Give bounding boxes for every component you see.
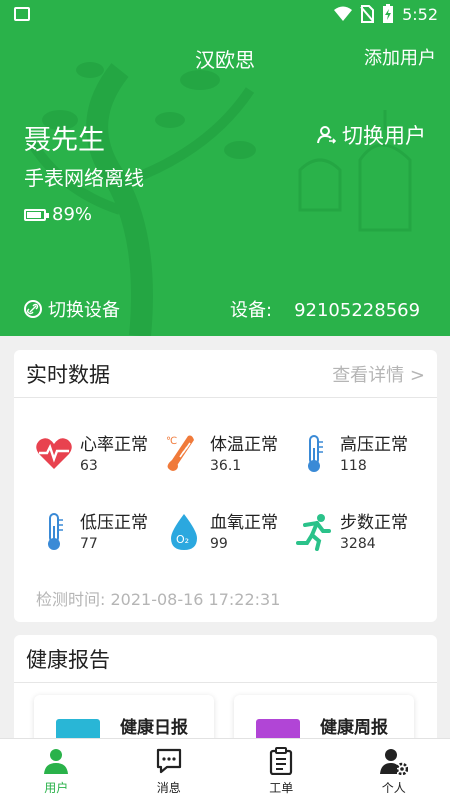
pressure-thermometer-icon — [34, 512, 74, 552]
message-icon — [156, 748, 181, 774]
link-icon — [24, 300, 42, 318]
metric-name: 高压正常 — [340, 435, 408, 455]
wifi-icon — [334, 6, 353, 21]
thermometer-icon: ℃ — [164, 434, 204, 474]
profile-settings-icon — [379, 749, 408, 775]
metric-blood-oxygen[interactable]: O₂ 血氧正常 99 — [164, 512, 294, 554]
status-icons: 5:52 — [334, 4, 438, 24]
health-report-header: 健康报告 — [14, 635, 437, 683]
oxygen-drop-icon: O₂ — [164, 512, 204, 552]
watch-battery: 89% — [24, 204, 92, 225]
metric-value: 77 — [80, 536, 98, 552]
metric-temperature[interactable]: ℃ 体温正常 36.1 — [164, 434, 294, 476]
svg-text:℃: ℃ — [166, 436, 177, 447]
metric-name: 低压正常 — [80, 513, 148, 533]
realtime-title: 实时数据 — [26, 362, 110, 387]
metric-value: 63 — [80, 458, 98, 474]
image-notification-icon — [14, 7, 30, 21]
no-sim-icon — [360, 5, 375, 23]
metric-value: 3284 — [340, 536, 376, 552]
metric-heart-rate[interactable]: 心率正常 63 — [34, 434, 164, 476]
nav-label: 用户 — [44, 781, 69, 795]
running-person-icon — [294, 512, 334, 552]
metric-value: 36.1 — [210, 458, 242, 474]
metric-steps[interactable]: 步数正常 3284 — [294, 512, 424, 554]
health-report-card: 健康报告 健康日报 健康周报 — [14, 635, 437, 765]
user-header: 汉欧思 添加用户 聂先生 切换用户 手表网络离线 89% 切换设备 设备: 921… — [0, 30, 450, 336]
svg-text:O₂: O₂ — [176, 533, 189, 546]
check-time: 检测时间: 2021-08-16 17:22:31 — [36, 590, 281, 609]
nav-user[interactable]: 用户 — [0, 739, 113, 800]
metric-name: 体温正常 — [210, 435, 278, 455]
current-user-name: 聂先生 — [24, 125, 105, 156]
clipboard-icon — [270, 747, 293, 775]
nav-label: 工单 — [269, 781, 294, 795]
daily-report-label: 健康日报 — [120, 718, 188, 738]
metric-name: 心率正常 — [80, 435, 148, 455]
realtime-card-header: 实时数据 查看详情 > — [14, 350, 437, 398]
weekly-report-label: 健康周报 — [320, 718, 388, 738]
health-report-title: 健康报告 — [26, 647, 110, 672]
device-label: 设备: — [230, 300, 273, 321]
switch-device-label: 切换设备 — [48, 300, 120, 321]
battery-charging-icon — [383, 4, 394, 23]
heart-rate-icon — [34, 434, 74, 474]
metric-value: 99 — [210, 536, 228, 552]
metric-diastolic[interactable]: 低压正常 77 — [34, 512, 164, 554]
pressure-thermometer-icon — [294, 434, 334, 474]
metric-name: 步数正常 — [340, 513, 408, 533]
status-bar: 5:52 — [0, 0, 450, 30]
watch-status: 手表网络离线 — [24, 166, 144, 190]
nav-label: 消息 — [156, 781, 181, 795]
metric-value: 118 — [340, 458, 367, 474]
switch-user-button[interactable]: 切换用户 — [316, 120, 426, 150]
add-user-button[interactable]: 添加用户 — [364, 44, 436, 70]
metrics-grid: 心率正常 63 ℃ 体温正常 36.1 高压正常 118 低压正常 77 O₂ … — [34, 434, 424, 554]
user-icon — [44, 749, 69, 774]
device-info: 设备: 92105228569 — [230, 296, 420, 322]
switch-user-label: 切换用户 — [342, 124, 426, 148]
nav-work-orders[interactable]: 工单 — [225, 739, 338, 800]
nav-label: 个人 — [381, 781, 406, 795]
bottom-navigation: 用户 消息 工单 个人 — [0, 738, 450, 800]
nav-profile[interactable]: 个人 — [338, 739, 450, 800]
battery-fill — [27, 211, 41, 218]
switch-device-button[interactable]: 切换设备 — [24, 296, 120, 322]
metric-systolic[interactable]: 高压正常 118 — [294, 434, 424, 476]
switch-user-icon — [317, 126, 336, 144]
battery-icon — [24, 208, 49, 221]
battery-percent: 89% — [52, 204, 93, 225]
realtime-data-card: 实时数据 查看详情 > 心率正常 63 ℃ 体温正常 36.1 高压正常 118… — [14, 350, 437, 622]
device-id: 92105228569 — [294, 300, 421, 321]
clock: 5:52 — [402, 4, 438, 24]
nav-messages[interactable]: 消息 — [113, 739, 226, 800]
metric-name: 血氧正常 — [210, 513, 278, 533]
view-details-link[interactable]: 查看详情 > — [332, 361, 425, 387]
